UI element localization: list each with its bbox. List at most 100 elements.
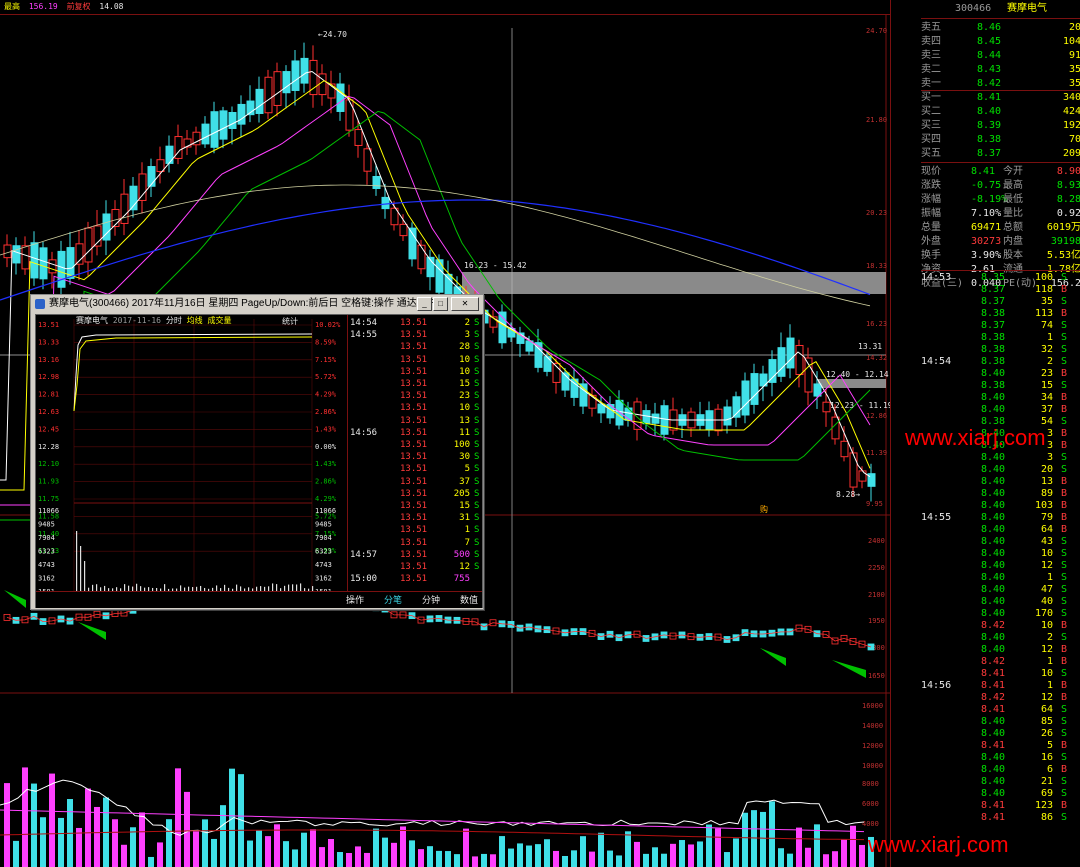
tick-row: 13.51 5 S [348, 463, 483, 475]
trade-side: S [1061, 788, 1068, 799]
intraday-right-axis: 10.02% [315, 321, 341, 329]
tab-2[interactable]: 分笔 [374, 592, 412, 608]
tab-3[interactable]: 分钟 [412, 592, 450, 608]
trade-price: 8.40 [981, 536, 1006, 547]
tick-time: 15:00 [350, 574, 378, 585]
stat-label: 最低 [1003, 194, 1023, 205]
trade-price: 8.40 [981, 368, 1006, 379]
maximize-button[interactable]: □ [433, 297, 448, 311]
trade-volume: 5 [1046, 740, 1053, 751]
trade-price: 8.40 [981, 608, 1006, 619]
tick-price: 13.51 [400, 427, 428, 438]
bid-volume: 424 [1062, 106, 1080, 117]
trade-row: 8.40 26 S [921, 728, 1080, 740]
tick-price: 13.51 [400, 318, 428, 328]
trade-volume: 32 [1040, 344, 1053, 355]
intraday-popup-window[interactable]: 赛摩电气(300466) 2017年11月16日 星期四 PageUp/Down… [30, 294, 484, 610]
bid-label: 买四 [921, 134, 941, 145]
candle-body [165, 145, 174, 164]
trade-price: 8.41 [981, 740, 1006, 751]
trade-side: B [1061, 740, 1068, 751]
candle-body [12, 245, 21, 264]
tick-volume: 5 [464, 464, 470, 475]
ask-price: 8.45 [977, 36, 1002, 47]
candle-body [741, 380, 750, 416]
candle-body [30, 242, 39, 279]
trade-row: 8.40 12 B [921, 644, 1080, 656]
volume-bar [760, 811, 766, 867]
intraday-volume-bar [272, 583, 274, 591]
close-button[interactable]: ✕ [451, 297, 479, 311]
stat-button[interactable]: 统计 [282, 316, 298, 327]
tick-row: 13.51 10 S [348, 402, 483, 414]
trade-row: 8.40 64 B [921, 524, 1080, 536]
tab-4[interactable]: 数值 [450, 592, 488, 608]
trade-side: S [1061, 332, 1068, 343]
volume-bar [769, 801, 775, 867]
bid-row: 买一 8.41 340 [921, 92, 1080, 104]
ask-row: 卖二 8.43 35 [921, 64, 1080, 76]
intraday-vol-axis-right: 7904 [315, 534, 332, 542]
volume-bar [184, 791, 190, 867]
osc-green-zone [760, 648, 786, 666]
chart-topbar: 最高 156.19 前复权 14.08 [0, 0, 890, 15]
tab-1[interactable]: 操作 [336, 592, 374, 608]
trade-volume: 86 [1040, 812, 1053, 823]
volume-bar [661, 853, 667, 867]
candle-body [804, 357, 813, 393]
trade-side: B [1061, 500, 1068, 511]
candle-body [579, 383, 588, 407]
tick-side: S [474, 464, 480, 475]
tick-price: 13.51 [400, 452, 428, 463]
trade-row: 8.40 85 S [921, 716, 1080, 728]
trade-side: B [1061, 524, 1068, 535]
candle-body [210, 111, 219, 148]
trade-side: B [1061, 800, 1068, 811]
trade-row: 8.41 86 S [921, 812, 1080, 824]
stat-value: -8.19% [971, 194, 1008, 205]
ask-label: 卖五 [921, 22, 941, 33]
tick-row: 14:56 13.51 11 S [348, 427, 483, 439]
trade-volume: 89 [1040, 488, 1053, 499]
trade-side: S [1061, 776, 1068, 787]
tick-price: 13.51 [400, 513, 428, 524]
vol-axis-label: 14000 [862, 722, 883, 730]
intraday-chart[interactable]: 13.51 13.33 13.16 12.98 12.81 12.63 12.45 12.28… [36, 315, 346, 607]
volume-bar [337, 852, 343, 867]
trade-side: S [1061, 812, 1068, 823]
tick-volume: 12 [459, 562, 470, 572]
trade-price: 8.40 [981, 752, 1006, 763]
tick-price: 13.51 [400, 354, 428, 365]
trade-volume: 47 [1040, 584, 1053, 595]
range-box [462, 272, 886, 294]
trade-volume: 12 [1040, 644, 1053, 655]
ask-label: 卖四 [921, 36, 941, 47]
volume-bar [49, 773, 55, 867]
trade-price: 8.37 [981, 296, 1006, 307]
tick-row: 13.51 23 S [348, 390, 483, 402]
trade-row: 8.40 47 S [921, 584, 1080, 596]
intraday-left-axis: 13.16 [38, 356, 59, 364]
price-axis-label: 16.23 [866, 320, 887, 328]
topbar-value-2: 14.08 [99, 2, 124, 11]
popup-titlebar[interactable]: 赛摩电气(300466) 2017年11月16日 星期四 PageUp/Down… [31, 295, 483, 313]
minimize-button[interactable]: _ [417, 297, 432, 311]
trade-volume: 103 [1034, 500, 1053, 511]
stat-label: 总量 [921, 222, 941, 233]
intraday-right-axis: 4.29% [315, 391, 337, 399]
trade-side: B [1061, 308, 1068, 319]
volume-bar [202, 819, 208, 867]
volume-bar [283, 841, 289, 867]
trade-row: 8.40 3 S [921, 452, 1080, 464]
tick-price: 13.51 [400, 501, 428, 511]
intraday-vol-axis-right: 9485 [315, 521, 332, 529]
intraday-left-axis: 13.33 [38, 338, 59, 346]
intraday-vol-axis: 4743 [38, 561, 55, 569]
intraday-right-axis: 0.00% [315, 443, 337, 451]
trade-volume: 15 [1040, 380, 1053, 391]
osc-axis-label: 1950 [868, 617, 885, 625]
volume-bar [382, 837, 388, 867]
volume-bar [436, 850, 442, 867]
trade-price: 8.40 [981, 392, 1006, 403]
tick-volume: 10 [459, 354, 470, 365]
